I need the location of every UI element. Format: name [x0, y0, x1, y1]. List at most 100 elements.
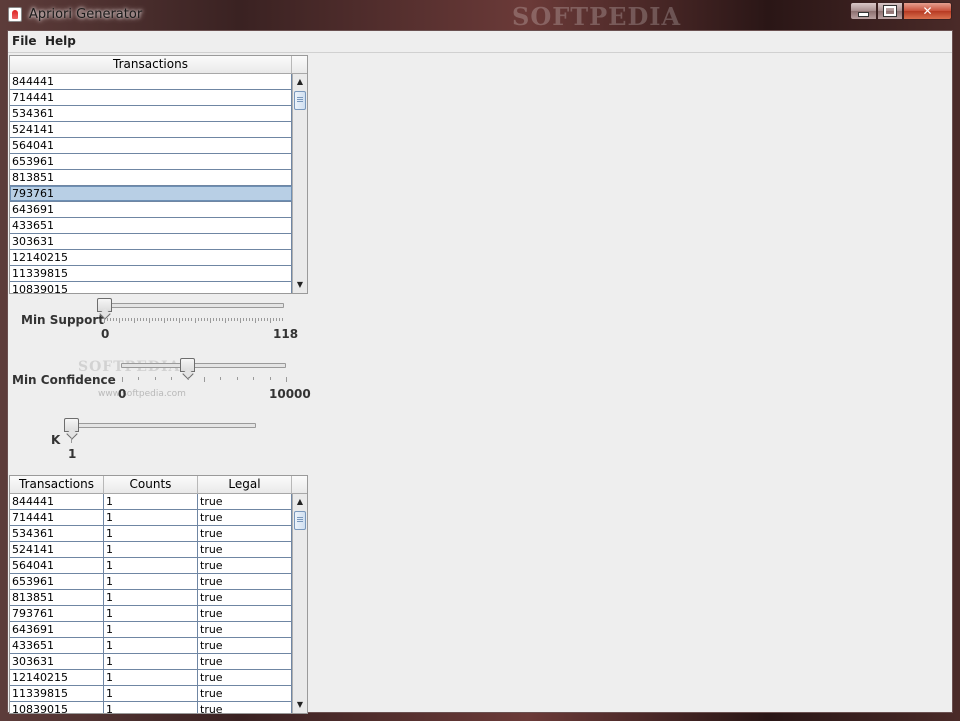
results-scrollbar[interactable]: ▲ ▼ — [292, 494, 307, 713]
transaction-cell[interactable]: 844441 — [10, 74, 292, 89]
transaction-cell[interactable]: 813851 — [10, 590, 104, 605]
legal-cell[interactable]: true — [198, 526, 292, 541]
count-cell[interactable]: 1 — [104, 670, 198, 685]
legal-cell[interactable]: true — [198, 670, 292, 685]
table-row[interactable]: 10839015 — [10, 282, 292, 293]
legal-cell[interactable]: true — [198, 494, 292, 509]
k-thumb[interactable] — [64, 418, 79, 432]
scroll-down-arrow-icon[interactable]: ▼ — [293, 698, 307, 712]
legal-cell[interactable]: true — [198, 686, 292, 701]
transaction-cell[interactable]: 433651 — [10, 218, 292, 233]
transaction-cell[interactable]: 534361 — [10, 106, 292, 121]
table-row[interactable]: 534361 1 true — [10, 526, 292, 542]
count-cell[interactable]: 1 — [104, 494, 198, 509]
transaction-cell[interactable]: 793761 — [10, 606, 104, 621]
transaction-cell[interactable]: 793761 — [10, 186, 292, 201]
legal-cell[interactable]: true — [198, 638, 292, 653]
transaction-cell[interactable]: 564041 — [10, 138, 292, 153]
menu-help[interactable]: Help — [45, 34, 76, 48]
table-row[interactable]: 714441 1 true — [10, 510, 292, 526]
title-bar[interactable]: Apriori Generator SOFTPEDIA ✕ — [0, 0, 960, 31]
transaction-cell[interactable]: 433651 — [10, 638, 104, 653]
table-row[interactable]: 12140215 1 true — [10, 670, 292, 686]
transaction-cell[interactable]: 653961 — [10, 154, 292, 169]
transaction-cell[interactable]: 714441 — [10, 510, 104, 525]
close-button[interactable]: ✕ — [903, 2, 952, 20]
column-header-counts[interactable]: Counts — [104, 476, 198, 494]
k-track[interactable] — [66, 423, 256, 428]
legal-cell[interactable]: true — [198, 510, 292, 525]
transaction-cell[interactable]: 653961 — [10, 574, 104, 589]
table-row[interactable]: 844441 — [10, 74, 292, 90]
transaction-cell[interactable]: 12140215 — [10, 250, 292, 265]
min-support-track[interactable] — [99, 303, 284, 308]
transaction-cell[interactable]: 303631 — [10, 654, 104, 669]
scroll-up-arrow-icon[interactable]: ▲ — [293, 75, 307, 89]
count-cell[interactable]: 1 — [104, 654, 198, 669]
transaction-cell[interactable]: 643691 — [10, 202, 292, 217]
legal-cell[interactable]: true — [198, 622, 292, 637]
table-row[interactable]: 433651 — [10, 218, 292, 234]
count-cell[interactable]: 1 — [104, 622, 198, 637]
transaction-cell[interactable]: 643691 — [10, 622, 104, 637]
transaction-cell[interactable]: 10839015 — [10, 702, 104, 713]
menu-file[interactable]: File — [12, 34, 37, 48]
count-cell[interactable]: 1 — [104, 526, 198, 541]
legal-cell[interactable]: true — [198, 558, 292, 573]
transaction-cell[interactable]: 303631 — [10, 234, 292, 249]
legal-cell[interactable]: true — [198, 590, 292, 605]
transaction-cell[interactable]: 10839015 — [10, 282, 292, 293]
table-row[interactable]: 714441 — [10, 90, 292, 106]
transaction-cell[interactable]: 12140215 — [10, 670, 104, 685]
transaction-cell[interactable]: 534361 — [10, 526, 104, 541]
count-cell[interactable]: 1 — [104, 542, 198, 557]
table-row[interactable]: 653961 — [10, 154, 292, 170]
minimize-button[interactable] — [850, 2, 877, 20]
table-row[interactable]: 564041 — [10, 138, 292, 154]
transaction-cell[interactable]: 11339815 — [10, 686, 104, 701]
table-row[interactable]: 303631 1 true — [10, 654, 292, 670]
transaction-cell[interactable]: 714441 — [10, 90, 292, 105]
count-cell[interactable]: 1 — [104, 558, 198, 573]
table-row[interactable]: 11339815 1 true — [10, 686, 292, 702]
table-row[interactable]: 524141 1 true — [10, 542, 292, 558]
table-row[interactable]: 10839015 1 true — [10, 702, 292, 713]
legal-cell[interactable]: true — [198, 702, 292, 713]
table-row[interactable]: 12140215 — [10, 250, 292, 266]
java-app-icon[interactable] — [8, 7, 22, 22]
column-header-legal[interactable]: Legal — [198, 476, 292, 494]
count-cell[interactable]: 1 — [104, 606, 198, 621]
table-row[interactable]: 653961 1 true — [10, 574, 292, 590]
transaction-cell[interactable]: 524141 — [10, 542, 104, 557]
table-row[interactable]: 534361 — [10, 106, 292, 122]
count-cell[interactable]: 1 — [104, 686, 198, 701]
count-cell[interactable]: 1 — [104, 702, 198, 713]
scroll-thumb[interactable] — [294, 511, 306, 530]
table-row[interactable]: 303631 — [10, 234, 292, 250]
legal-cell[interactable]: true — [198, 654, 292, 669]
column-header-transactions[interactable]: Transactions — [10, 476, 104, 494]
legal-cell[interactable]: true — [198, 574, 292, 589]
table-row[interactable]: 813851 — [10, 170, 292, 186]
table-row[interactable]: 793761 — [10, 186, 292, 202]
min-confidence-track[interactable] — [121, 363, 286, 368]
table-row[interactable]: 844441 1 true — [10, 494, 292, 510]
table-row[interactable]: 643691 1 true — [10, 622, 292, 638]
table-row[interactable]: 564041 1 true — [10, 558, 292, 574]
table-row[interactable]: 524141 — [10, 122, 292, 138]
count-cell[interactable]: 1 — [104, 638, 198, 653]
count-cell[interactable]: 1 — [104, 574, 198, 589]
transaction-cell[interactable]: 11339815 — [10, 266, 292, 281]
maximize-button[interactable] — [877, 2, 903, 20]
scroll-up-arrow-icon[interactable]: ▲ — [293, 495, 307, 509]
table-row[interactable]: 643691 — [10, 202, 292, 218]
table-row[interactable]: 433651 1 true — [10, 638, 292, 654]
legal-cell[interactable]: true — [198, 542, 292, 557]
table-row[interactable]: 793761 1 true — [10, 606, 292, 622]
count-cell[interactable]: 1 — [104, 590, 198, 605]
table-row[interactable]: 11339815 — [10, 266, 292, 282]
min-confidence-thumb[interactable] — [180, 358, 195, 372]
min-support-thumb[interactable] — [97, 298, 112, 312]
transaction-cell[interactable]: 564041 — [10, 558, 104, 573]
scroll-down-arrow-icon[interactable]: ▼ — [293, 278, 307, 292]
